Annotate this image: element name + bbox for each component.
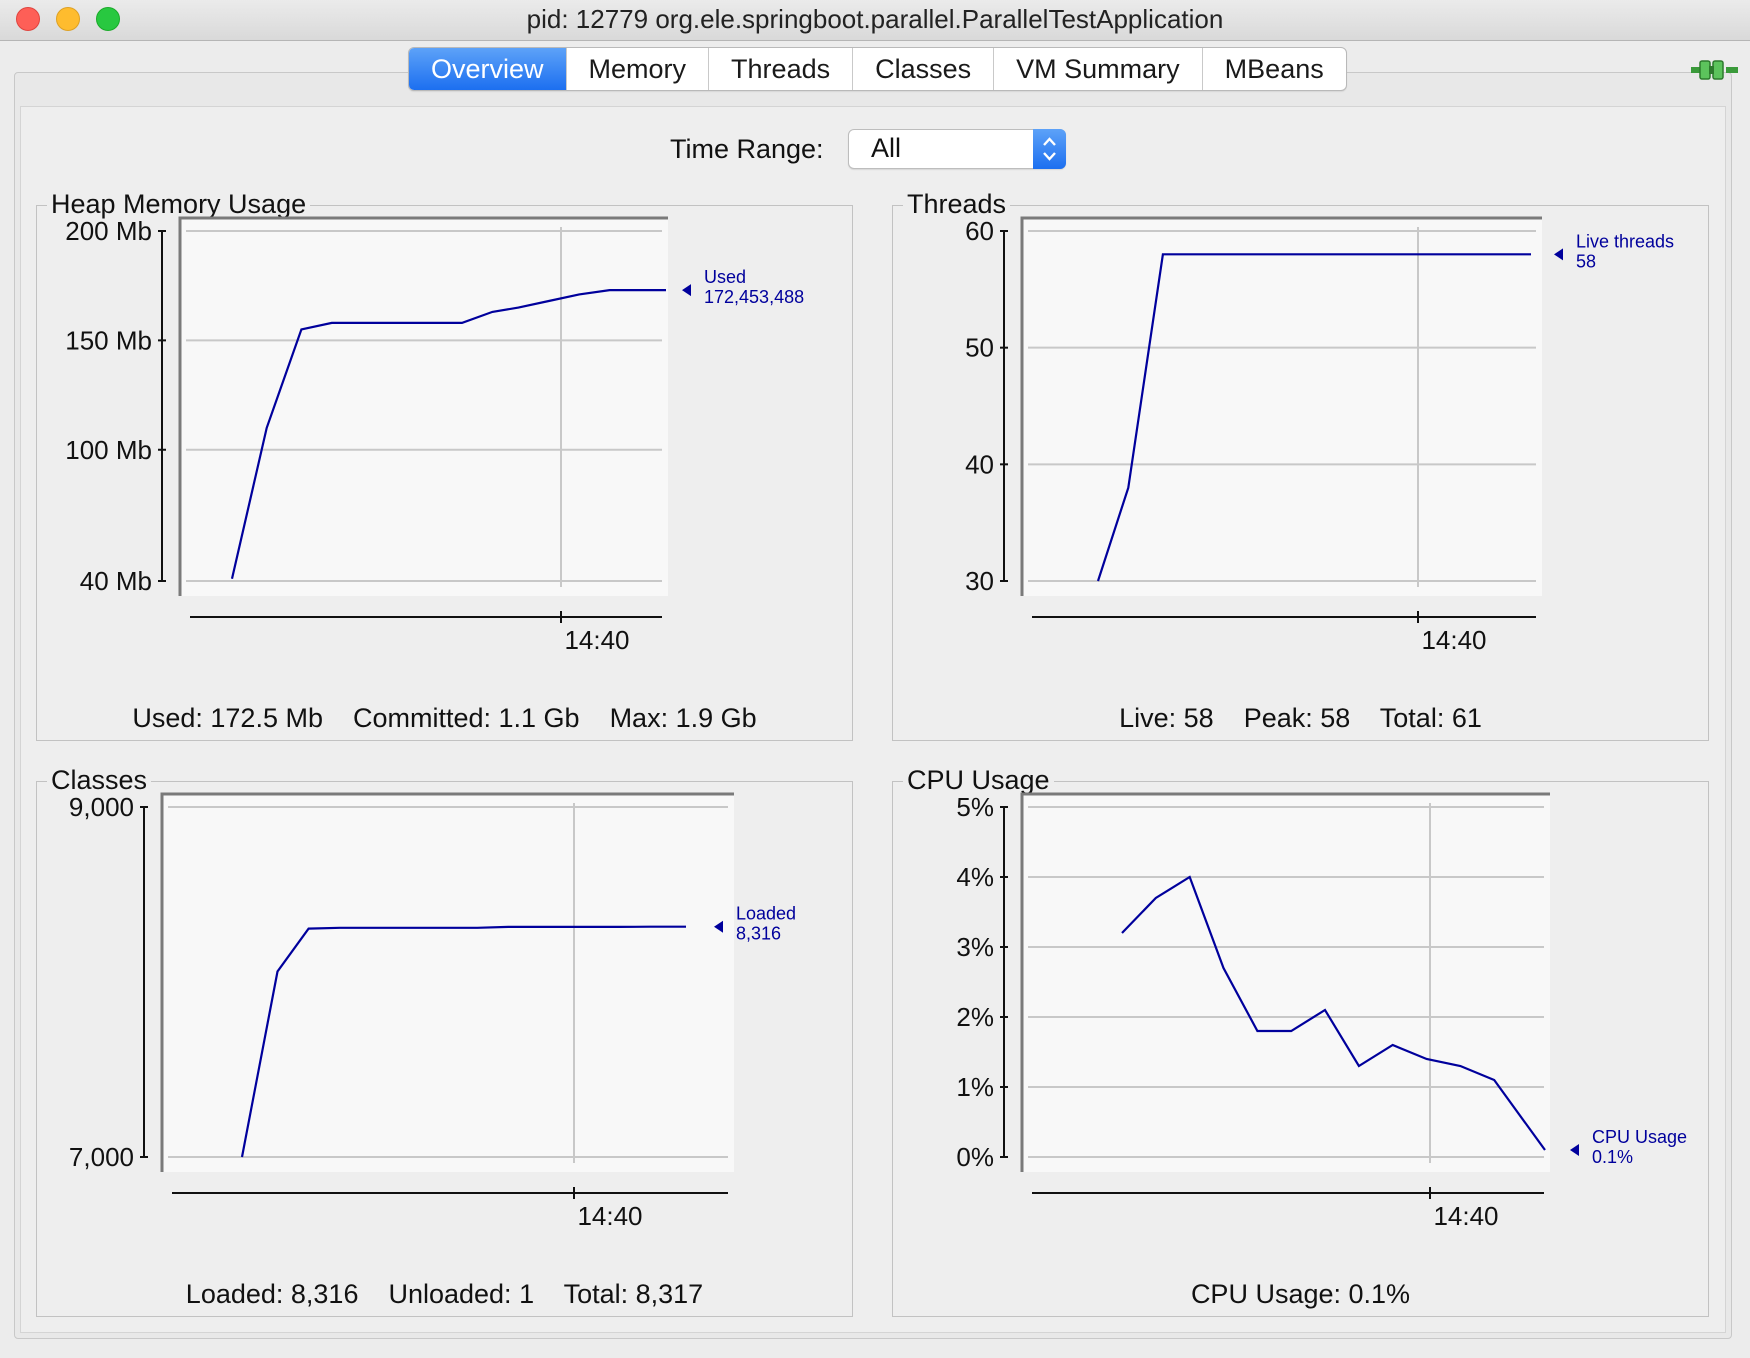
cpu-usage-chart: 5% 4% 3% 2% 1% 0% 14:40 CPU Usage0.1% xyxy=(956,792,1687,1231)
heap-memory-chart: 200 Mb 150 Mb 100 Mb 40 Mb 14:40 Used172,453,… xyxy=(65,216,804,655)
tab-threads[interactable]: Threads xyxy=(708,48,852,90)
tab-vm-summary[interactable]: VM Summary xyxy=(993,48,1202,90)
plot-area xyxy=(180,218,668,596)
x-tick-label: 14:40 xyxy=(1433,1201,1498,1231)
y-tick-label: 60 xyxy=(965,216,994,246)
y-tick-label: 1% xyxy=(956,1072,994,1102)
x-tick-label: 14:40 xyxy=(577,1201,642,1231)
y-tick-label: 150 Mb xyxy=(65,325,152,355)
series-marker-icon xyxy=(1554,248,1563,261)
series-current-value: 58 xyxy=(1576,251,1596,271)
y-tick-label: 40 xyxy=(965,449,994,479)
tab-overview[interactable]: Overview xyxy=(409,48,566,90)
series-name: Loaded xyxy=(736,904,796,924)
threads-summary: Live: 58 Peak: 58 Total: 61 xyxy=(1119,703,1482,733)
x-tick-label: 14:40 xyxy=(564,625,629,655)
y-tick-label: 3% xyxy=(956,932,994,962)
y-tick-label: 7,000 xyxy=(69,1142,134,1172)
series-name: Used xyxy=(704,267,746,287)
y-tick-label: 4% xyxy=(956,862,994,892)
tab-bar: Overview Memory Threads Classes VM Summa… xyxy=(408,47,1347,91)
time-range-value: All xyxy=(871,133,902,163)
series-marker-icon xyxy=(682,284,691,297)
window-title: pid: 12779 org.ele.springboot.parallel.P… xyxy=(526,4,1224,34)
heap-summary: Used: 172.5 Mb Committed: 1.1 Gb Max: 1.… xyxy=(132,703,757,733)
plot-area xyxy=(162,794,734,1172)
y-tick-label: 200 Mb xyxy=(65,216,152,246)
classes-chart: 9,000 7,000 14:40 Loaded8,316 xyxy=(69,792,796,1231)
title-bar: pid: 12779 org.ele.springboot.parallel.P… xyxy=(0,0,1750,41)
tab-memory[interactable]: Memory xyxy=(565,48,709,90)
time-range-select[interactable]: All xyxy=(848,129,1066,169)
y-tick-label: 50 xyxy=(965,333,994,363)
tab-mbeans[interactable]: MBeans xyxy=(1201,48,1346,90)
time-range-label: Time Range: xyxy=(670,134,824,164)
series-name: Live threads xyxy=(1576,231,1674,251)
connected-plug-icon xyxy=(1691,60,1738,80)
threads-chart: 60 50 40 30 14:40 Live threads58 xyxy=(965,216,1674,655)
series-marker-icon xyxy=(1570,1144,1579,1156)
cpu-summary: CPU Usage: 0.1% xyxy=(1190,1279,1411,1309)
y-tick-label: 0% xyxy=(956,1142,994,1172)
plot-area xyxy=(1022,794,1550,1172)
tab-classes[interactable]: Classes xyxy=(852,48,993,90)
classes-summary: Loaded: 8,316 Unloaded: 1 Total: 8,317 xyxy=(185,1279,704,1309)
y-tick-label: 30 xyxy=(965,566,994,596)
y-tick-label: 100 Mb xyxy=(65,435,152,465)
updown-arrows-icon[interactable] xyxy=(1033,129,1066,169)
series-current-value: 8,316 xyxy=(736,924,781,944)
y-tick-label: 40 Mb xyxy=(80,566,152,596)
plot-area xyxy=(1022,218,1542,596)
x-tick-label: 14:40 xyxy=(1421,625,1486,655)
y-tick-label: 5% xyxy=(956,792,994,822)
series-current-value: 172,453,488 xyxy=(704,287,804,307)
series-name: CPU Usage xyxy=(1592,1127,1687,1147)
series-current-value: 0.1% xyxy=(1592,1147,1633,1167)
y-tick-label: 9,000 xyxy=(69,792,134,822)
y-tick-label: 2% xyxy=(956,1002,994,1032)
